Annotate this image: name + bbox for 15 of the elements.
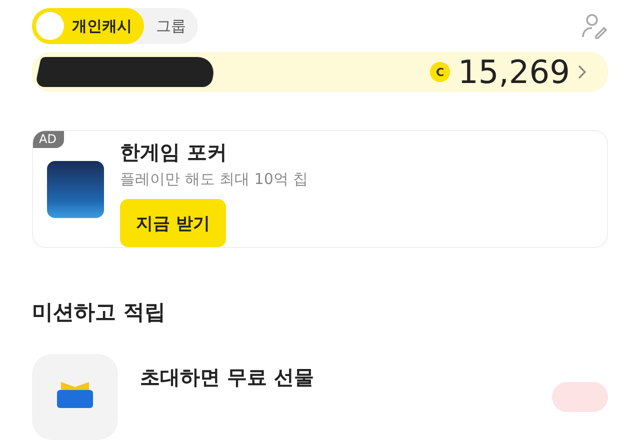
balance-card[interactable]: C 15,269 [32, 52, 608, 92]
section-heading: 미션하고 적립 [32, 299, 166, 326]
tag-pill [552, 382, 608, 412]
balance-amount: 15,269 [458, 53, 570, 91]
mission-title: 초대하면 무료 선물 [140, 364, 314, 391]
app-icon-picture [47, 160, 104, 218]
ad-badge: AD [33, 131, 64, 148]
ad-subtitle: 플레이만 해도 최대 10억 칩 [120, 170, 308, 189]
toggle-option[interactable]: 그룹 [144, 8, 198, 44]
chevron-right-icon [578, 65, 586, 79]
coin-symbol: C [430, 62, 450, 82]
ad-title: 한게임 포커 [120, 139, 227, 166]
toggle-option[interactable]: 개인캐시 [32, 8, 144, 44]
user-edit-icon[interactable] [580, 12, 608, 40]
get-now-button[interactable]: 지금 받기 [120, 199, 226, 247]
